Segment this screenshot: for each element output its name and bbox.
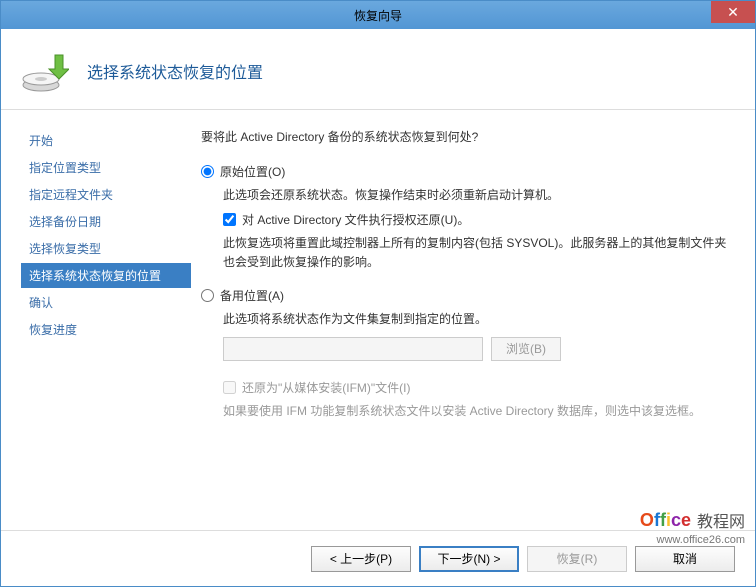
back-button[interactable]: < 上一步(P) — [311, 546, 411, 572]
original-location-label[interactable]: 原始位置(O) — [220, 163, 285, 180]
original-location-radio[interactable] — [201, 165, 214, 178]
next-button[interactable]: 下一步(N) > — [419, 546, 519, 572]
alternate-location-label[interactable]: 备用位置(A) — [220, 287, 284, 304]
authoritative-restore-desc: 此恢复选项将重置此域控制器上所有的复制内容(包括 SYSVOL)。此服务器上的其… — [223, 234, 731, 272]
main-panel: 要将此 Active Directory 备份的系统状态恢复到何处? 原始位置(… — [191, 110, 755, 530]
authoritative-restore-label[interactable]: 对 Active Directory 文件执行授权还原(U)。 — [242, 211, 469, 228]
wizard-window: 恢复向导 ✕ 选择系统状态恢复的位置 开始 指定位置类型 指定远程文件夹 选择备 — [0, 0, 756, 587]
sidebar-item-backup-date[interactable]: 选择备份日期 — [21, 209, 191, 234]
original-location-group: 原始位置(O) 此选项会还原系统状态。恢复操作结束时必须重新启动计算机。 对 A… — [201, 163, 731, 273]
restore-icon — [21, 47, 69, 95]
cancel-button[interactable]: 取消 — [635, 546, 735, 572]
ifm-checkbox — [223, 381, 236, 394]
sidebar-item-remote-folder[interactable]: 指定远程文件夹 — [21, 182, 191, 207]
content-area: 选择系统状态恢复的位置 开始 指定位置类型 指定远程文件夹 选择备份日期 选择恢… — [1, 29, 755, 586]
sidebar: 开始 指定位置类型 指定远程文件夹 选择备份日期 选择恢复类型 选择系统状态恢复… — [1, 110, 191, 530]
close-icon: ✕ — [727, 4, 739, 21]
wizard-body: 开始 指定位置类型 指定远程文件夹 选择备份日期 选择恢复类型 选择系统状态恢复… — [1, 110, 755, 530]
alternate-path-input — [223, 337, 483, 361]
prompt-text: 要将此 Active Directory 备份的系统状态恢复到何处? — [201, 128, 731, 145]
titlebar: 恢复向导 ✕ — [1, 1, 755, 29]
window-title: 恢复向导 — [354, 7, 402, 24]
sidebar-item-system-state-location[interactable]: 选择系统状态恢复的位置 — [21, 263, 191, 288]
ifm-label: 还原为"从媒体安装(IFM)"文件(I) — [242, 379, 411, 396]
wizard-header: 选择系统状态恢复的位置 — [1, 29, 755, 110]
authoritative-restore-checkbox[interactable] — [223, 213, 236, 226]
page-title: 选择系统状态恢复的位置 — [87, 59, 263, 83]
close-button[interactable]: ✕ — [711, 1, 755, 23]
sidebar-item-location-type[interactable]: 指定位置类型 — [21, 155, 191, 180]
ifm-desc: 如果要使用 IFM 功能复制系统状态文件以安装 Active Directory… — [223, 402, 731, 421]
original-location-desc: 此选项会还原系统状态。恢复操作结束时必须重新启动计算机。 — [223, 186, 731, 205]
sidebar-item-start[interactable]: 开始 — [21, 128, 191, 153]
alternate-location-group: 备用位置(A) 此选项将系统状态作为文件集复制到指定的位置。 浏览(B) 还原为… — [201, 287, 731, 421]
wizard-footer: < 上一步(P) 下一步(N) > 恢复(R) 取消 — [1, 530, 755, 586]
browse-button: 浏览(B) — [491, 337, 561, 361]
sidebar-item-progress[interactable]: 恢复进度 — [21, 317, 191, 342]
alternate-location-desc: 此选项将系统状态作为文件集复制到指定的位置。 — [223, 310, 731, 329]
sidebar-item-confirm[interactable]: 确认 — [21, 290, 191, 315]
sidebar-item-recovery-type[interactable]: 选择恢复类型 — [21, 236, 191, 261]
alternate-location-radio[interactable] — [201, 289, 214, 302]
recover-button: 恢复(R) — [527, 546, 627, 572]
